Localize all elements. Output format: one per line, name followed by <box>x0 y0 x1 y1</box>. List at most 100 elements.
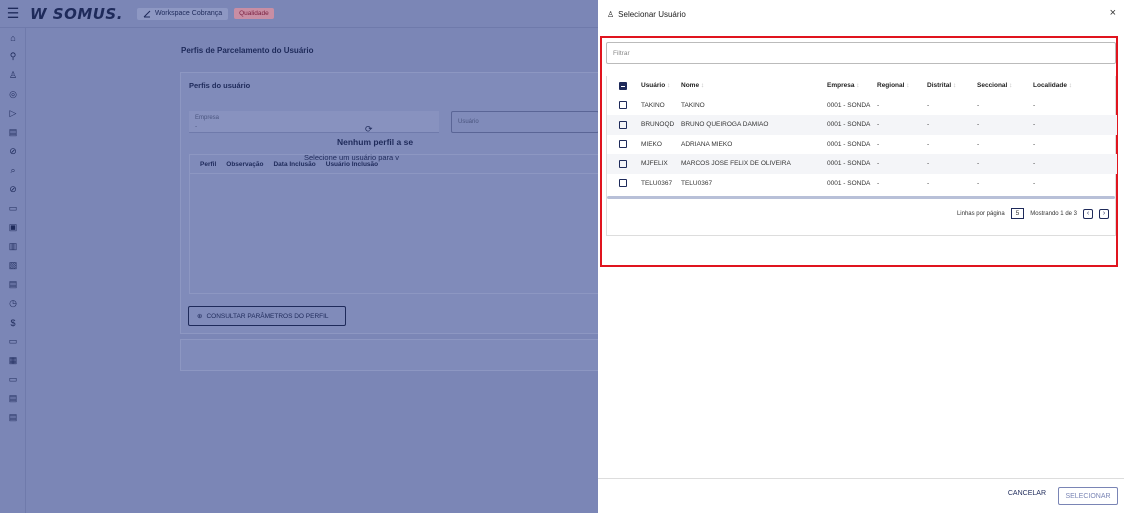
cell-distrital: - <box>927 115 977 135</box>
row-checkbox[interactable] <box>619 179 627 188</box>
empresa-label: Empresa <box>195 115 220 121</box>
secondary-card <box>180 339 598 371</box>
no-money-icon[interactable]: ⊘ <box>0 142 26 161</box>
horizontal-scrollbar[interactable] <box>607 196 1115 199</box>
column-header[interactable]: Observação <box>226 161 263 168</box>
row-checkbox[interactable] <box>619 140 627 149</box>
card-icon[interactable]: ▭ <box>0 199 26 218</box>
dollar-icon[interactable]: $ <box>0 313 26 332</box>
calendar-icon[interactable]: ▦ <box>0 351 26 370</box>
block-icon[interactable]: ⊘ <box>0 180 26 199</box>
cell-distrital: - <box>927 154 977 174</box>
consult-profile-parameters-button[interactable]: ⊕ CONSULTAR PARÂMETROS DO PERFIL <box>188 306 346 326</box>
home-icon[interactable]: ⌂ <box>0 28 26 47</box>
rows-per-page-select[interactable]: 5 <box>1010 208 1025 219</box>
file-icon[interactable]: ▤ <box>0 389 26 408</box>
filter-input[interactable]: Filtrar <box>606 42 1116 64</box>
cell-empresa: 0001 - SONDA <box>827 115 877 135</box>
table-row[interactable]: MIEKO ADRIANA MIEKO 0001 - SONDA - - - - <box>607 135 1117 155</box>
close-icon[interactable]: × <box>1110 7 1116 19</box>
card-title: Perfis do usuário <box>189 81 251 90</box>
empty-state-title: Nenhum perfil a se <box>337 137 414 147</box>
cell-localidade: - <box>1033 154 1117 174</box>
pagination: Linhas por página 5 Mostrando 1 de 3 ‹ › <box>957 208 1109 219</box>
cell-nome: TAKINO <box>681 101 705 109</box>
cell-distrital: - <box>927 140 930 148</box>
column-header[interactable]: Usuário ↕ <box>631 76 681 96</box>
table-row[interactable]: TELU0367 TELU0367 0001 - SONDA - - - - <box>607 174 1117 194</box>
cell-usuario: TELU0367 <box>641 179 673 187</box>
empresa-value: - <box>195 123 198 130</box>
cell-nome: MARCOS JOSE FELIX DE OLIVEIRA <box>681 154 827 174</box>
next-page-button[interactable]: › <box>1099 208 1109 219</box>
page-info: Mostrando 1 de 3 <box>1030 210 1077 217</box>
environment-badge: Qualidade <box>234 8 274 19</box>
column-header[interactable]: Nome ↕ <box>681 76 827 96</box>
workspace-icon <box>143 10 151 17</box>
cell-seccional: - <box>977 179 980 187</box>
cell-localidade: - <box>1033 115 1117 135</box>
column-header[interactable]: Localidade ↕ <box>1033 76 1117 96</box>
select-all-checkbox[interactable] <box>619 81 627 90</box>
image-icon[interactable]: ▧ <box>0 256 26 275</box>
somus-logo: W SOMUS. <box>30 4 123 23</box>
empty-state-subtitle: Selecione um usuário para v <box>304 153 400 162</box>
target-icon[interactable]: ◎ <box>0 85 26 104</box>
table-row[interactable]: TAKINO TAKINO 0001 - SONDA - - - - <box>607 96 1117 116</box>
cell-distrital: - <box>927 179 930 187</box>
table-row[interactable]: BRUNOQD BRUNO QUEIROGA DAMIAO 0001 - SON… <box>607 115 1117 135</box>
workspace-selector[interactable]: Workspace Cobrança <box>136 7 229 20</box>
column-header[interactable]: Perfil <box>200 161 216 168</box>
workspace-label: Workspace Cobrança <box>154 10 223 17</box>
column-header[interactable]: Distrital ↕ <box>927 76 977 96</box>
calendar-icon[interactable]: ▣ <box>0 218 26 237</box>
cancel-button[interactable]: CANCELAR <box>1008 490 1046 497</box>
cell-usuario: MJFELIX <box>631 154 681 174</box>
send-icon[interactable]: ▷ <box>0 104 26 123</box>
row-checkbox[interactable] <box>619 120 627 129</box>
column-header[interactable]: Regional ↕ <box>877 76 927 96</box>
usuario-field[interactable]: Usuário <box>451 111 599 133</box>
list-icon[interactable]: ▤ <box>0 275 26 294</box>
cell-regional: - <box>877 179 880 187</box>
sidebar: ⌂ ⚲ ♙ ◎ ▷ ▤ ⊘ ⌕ ⊘ ▭ ▣ ▥ ▧ ▤ ◷ $ ▭ ▦ ▭ ▤ … <box>0 28 26 513</box>
document-icon[interactable]: ▤ <box>0 123 26 142</box>
cell-localidade: - <box>1033 140 1036 148</box>
rows-per-page-label: Linhas por página <box>956 210 1005 217</box>
select-button[interactable]: SELECIONAR <box>1058 487 1118 505</box>
cell-seccional: - <box>977 140 980 148</box>
id-card-icon[interactable]: ▭ <box>0 332 26 351</box>
search-icon[interactable]: ⚲ <box>0 47 26 66</box>
row-checkbox[interactable] <box>619 101 627 110</box>
row-checkbox[interactable] <box>619 159 627 168</box>
document-icon[interactable]: ▥ <box>0 237 26 256</box>
empresa-field[interactable]: Empresa - <box>189 111 439 133</box>
select-user-dialog: ♙ Selecionar Usuário × Filtrar Usuário ↕… <box>598 0 1124 513</box>
prev-page-button[interactable]: ‹ <box>1083 208 1093 219</box>
users-table: Usuário ↕ Nome ↕ Empresa ↕ Regional ↕ Di… <box>606 76 1117 236</box>
cell-usuario: TAKINO <box>641 101 665 109</box>
cell-localidade: - <box>1033 101 1036 109</box>
tag-icon[interactable]: ⌕ <box>0 161 26 180</box>
top-bar: ☰ W SOMUS. Workspace Cobrança Qualidade <box>0 0 598 28</box>
cell-seccional: - <box>977 154 1033 174</box>
file-icon[interactable]: ▤ <box>0 408 26 427</box>
usuario-placeholder: Usuário <box>458 119 479 125</box>
cell-regional: - <box>877 101 880 109</box>
menu-icon[interactable]: ☰ <box>0 5 26 22</box>
column-header[interactable]: Empresa ↕ <box>827 76 877 96</box>
table-row[interactable]: MJFELIX MARCOS JOSE FELIX DE OLIVEIRA 00… <box>607 154 1117 174</box>
select-all-cell[interactable] <box>607 76 631 96</box>
profiles-table-body <box>189 174 599 294</box>
cell-usuario: MIEKO <box>641 140 662 148</box>
dialog-header: ♙ Selecionar Usuário <box>598 0 1124 28</box>
dialog-title: Selecionar Usuário <box>618 9 686 19</box>
id-card-icon[interactable]: ▭ <box>0 370 26 389</box>
cell-regional: - <box>877 154 927 174</box>
cell-seccional: - <box>977 115 1033 135</box>
clock-icon[interactable]: ◷ <box>0 294 26 313</box>
search-icon: ⊕ <box>197 313 203 320</box>
filter-placeholder: Filtrar <box>613 49 630 57</box>
users-icon[interactable]: ♙ <box>0 66 26 85</box>
column-header[interactable]: Seccional ↕ <box>977 76 1033 96</box>
